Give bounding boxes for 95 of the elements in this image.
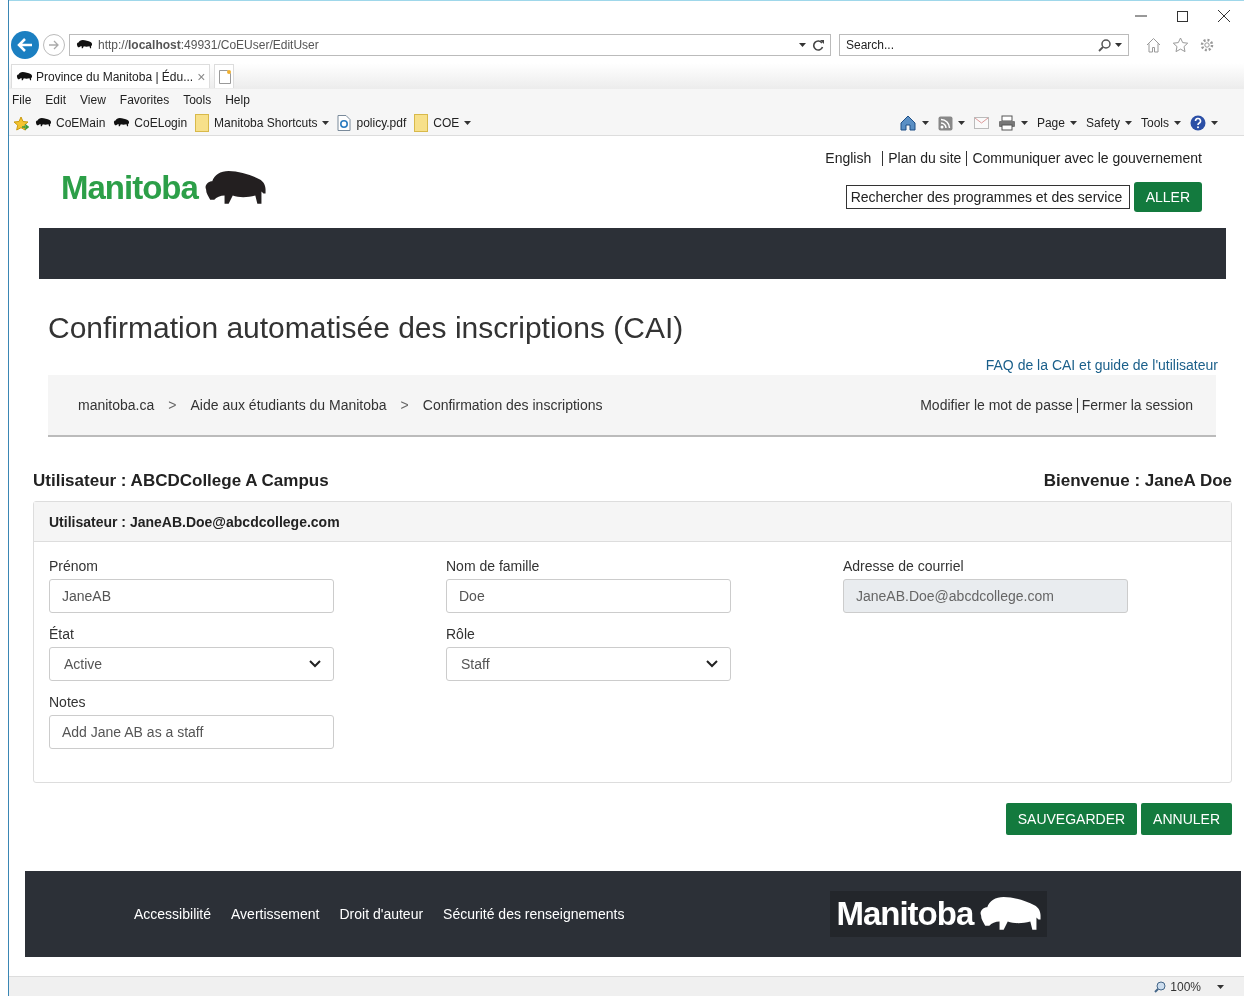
footer-link[interactable]: Accessibilité	[134, 906, 212, 922]
header-link[interactable]: Plan du site	[888, 150, 962, 166]
tab-close-button[interactable]: ×	[197, 68, 206, 85]
search-field[interactable]: Rechercher des programmes et des service	[845, 185, 1130, 209]
bison-icon	[76, 40, 92, 50]
browser-tab[interactable]: Province du Manitoba | Édu... ×	[11, 64, 211, 88]
favorite-link[interactable]: CoEMain	[35, 116, 106, 130]
url-text: http://localhost:49931/CoEUser/EditUser	[98, 38, 320, 52]
user-label: Utilisateur : ABCDCollege A Campus	[33, 471, 329, 491]
footer-link[interactable]: Droit d'auteur	[339, 906, 424, 922]
manitoba-logo[interactable]: Manitoba	[830, 891, 1048, 937]
new-tab-icon	[219, 69, 232, 84]
bison-icon	[16, 71, 32, 82]
card-header: Utilisateur : JaneAB.Doe@abcdcollege.com	[34, 502, 1231, 542]
account-link[interactable]: Modifier le mot de passe	[920, 397, 1073, 413]
document-icon	[337, 115, 352, 131]
caret-icon[interactable]	[1211, 121, 1218, 125]
favorite-link[interactable]: Manitoba Shortcuts	[195, 114, 330, 132]
menu-item[interactable]: File	[12, 93, 32, 107]
folder-icon	[414, 114, 429, 132]
input-field[interactable]: JaneAB	[49, 579, 334, 613]
field-label: Notes	[49, 694, 87, 710]
placeholder-text: Search...	[846, 38, 896, 52]
menu-item[interactable]: Favorites	[119, 93, 170, 107]
select-field[interactable]: Staff	[446, 647, 731, 681]
breadcrumb-link[interactable]: Confirmation des inscriptions	[422, 397, 603, 413]
zoom-icon	[1154, 980, 1167, 993]
caret-icon[interactable]	[1217, 984, 1224, 989]
menu-item[interactable]: Help	[225, 93, 250, 107]
zoom-control[interactable]: 100%	[1154, 979, 1201, 994]
field-label: Nom de famille	[446, 558, 541, 574]
search-field[interactable]: Search...	[839, 34, 1129, 56]
menu-item[interactable]: Edit	[45, 93, 67, 107]
header-link[interactable]: English	[825, 150, 872, 166]
favorite-link[interactable]: CoELogin	[113, 116, 188, 130]
menu-item[interactable]: View	[80, 93, 106, 107]
caret-icon[interactable]	[1115, 43, 1122, 47]
new-tab-button[interactable]	[214, 64, 235, 88]
caret-icon[interactable]	[322, 121, 330, 125]
header-link[interactable]: Communiquer avec le gouvernement	[972, 150, 1202, 166]
close-icon[interactable]	[1218, 10, 1230, 22]
folder-icon	[195, 114, 210, 132]
search-icon[interactable]	[1098, 38, 1111, 52]
caret-icon[interactable]	[799, 43, 806, 47]
toolbar-menu[interactable]: Safety	[1085, 116, 1132, 130]
chevron-down-icon	[309, 660, 321, 668]
breadcrumb-separator: >	[168, 397, 177, 413]
refresh-icon[interactable]	[812, 39, 824, 51]
favorite-link[interactable]: policy.pdf	[337, 115, 407, 131]
bison-icon	[113, 118, 130, 128]
menu-item[interactable]: Tools	[183, 93, 212, 107]
input-field[interactable]: Add Jane AB as a staff	[49, 715, 334, 749]
footer-link[interactable]: Avertissement	[231, 906, 320, 922]
tab-title: Province du Manitoba | Édu...	[36, 69, 194, 84]
field-label: Adresse de courriel	[843, 558, 965, 574]
caret-icon[interactable]	[1125, 121, 1132, 125]
printer-icon[interactable]	[997, 115, 1016, 131]
field-label: Rôle	[446, 626, 476, 642]
go-button[interactable]: ALLER	[1133, 182, 1202, 212]
caret-icon[interactable]	[1069, 121, 1077, 125]
settings-icon[interactable]	[1199, 37, 1215, 53]
input-field[interactable]: Doe	[446, 579, 731, 613]
field-label: Prénom	[49, 558, 100, 574]
home-icon[interactable]	[898, 115, 917, 131]
arrow-left-icon	[17, 38, 33, 52]
caret-icon[interactable]	[1174, 121, 1181, 125]
address-field[interactable]: http://localhost:49931/CoEUser/EditUser	[69, 34, 831, 56]
favorite-link[interactable]: COE	[414, 114, 472, 132]
input-field: JaneAB.Doe@abcdcollege.com	[843, 579, 1128, 613]
toolbar-menu[interactable]: Page	[1036, 116, 1077, 130]
breadcrumb-separator: >	[400, 397, 409, 413]
caret-icon[interactable]	[1020, 121, 1028, 125]
breadcrumb-link[interactable]: manitoba.ca	[78, 397, 155, 413]
breadcrumb-link[interactable]: Aide aux étudiants du Manitoba	[190, 397, 387, 413]
caret-icon[interactable]	[464, 121, 472, 125]
page-title: Confirmation automatisée des inscriptions (CAI)	[48, 311, 685, 345]
help-link[interactable]: FAQ de la CAI et guide de l'utilisateur	[985, 357, 1218, 373]
select-field[interactable]: Active	[49, 647, 334, 681]
caret-icon[interactable]	[957, 121, 965, 125]
back-button[interactable]	[11, 31, 39, 59]
toolbar-menu[interactable]: Tools	[1141, 116, 1181, 130]
footer-link[interactable]: Sécurité des renseignements	[443, 906, 625, 922]
favorites-icon[interactable]	[13, 115, 29, 131]
help-icon[interactable]	[1190, 115, 1206, 131]
action-button[interactable]: SAUVEGARDER	[1005, 803, 1138, 835]
chevron-down-icon	[706, 660, 718, 668]
bison-icon	[35, 118, 51, 128]
account-link[interactable]: Fermer la session	[1081, 397, 1193, 413]
star-icon[interactable]	[1172, 37, 1189, 53]
maximize-icon[interactable]	[1177, 10, 1188, 22]
caret-icon[interactable]	[921, 121, 929, 125]
arrow-right-icon	[48, 40, 60, 50]
action-button[interactable]: ANNULER	[1141, 803, 1232, 835]
field-label: État	[49, 626, 75, 642]
welcome-label: Bienvenue : JaneA Doe	[1043, 471, 1232, 491]
